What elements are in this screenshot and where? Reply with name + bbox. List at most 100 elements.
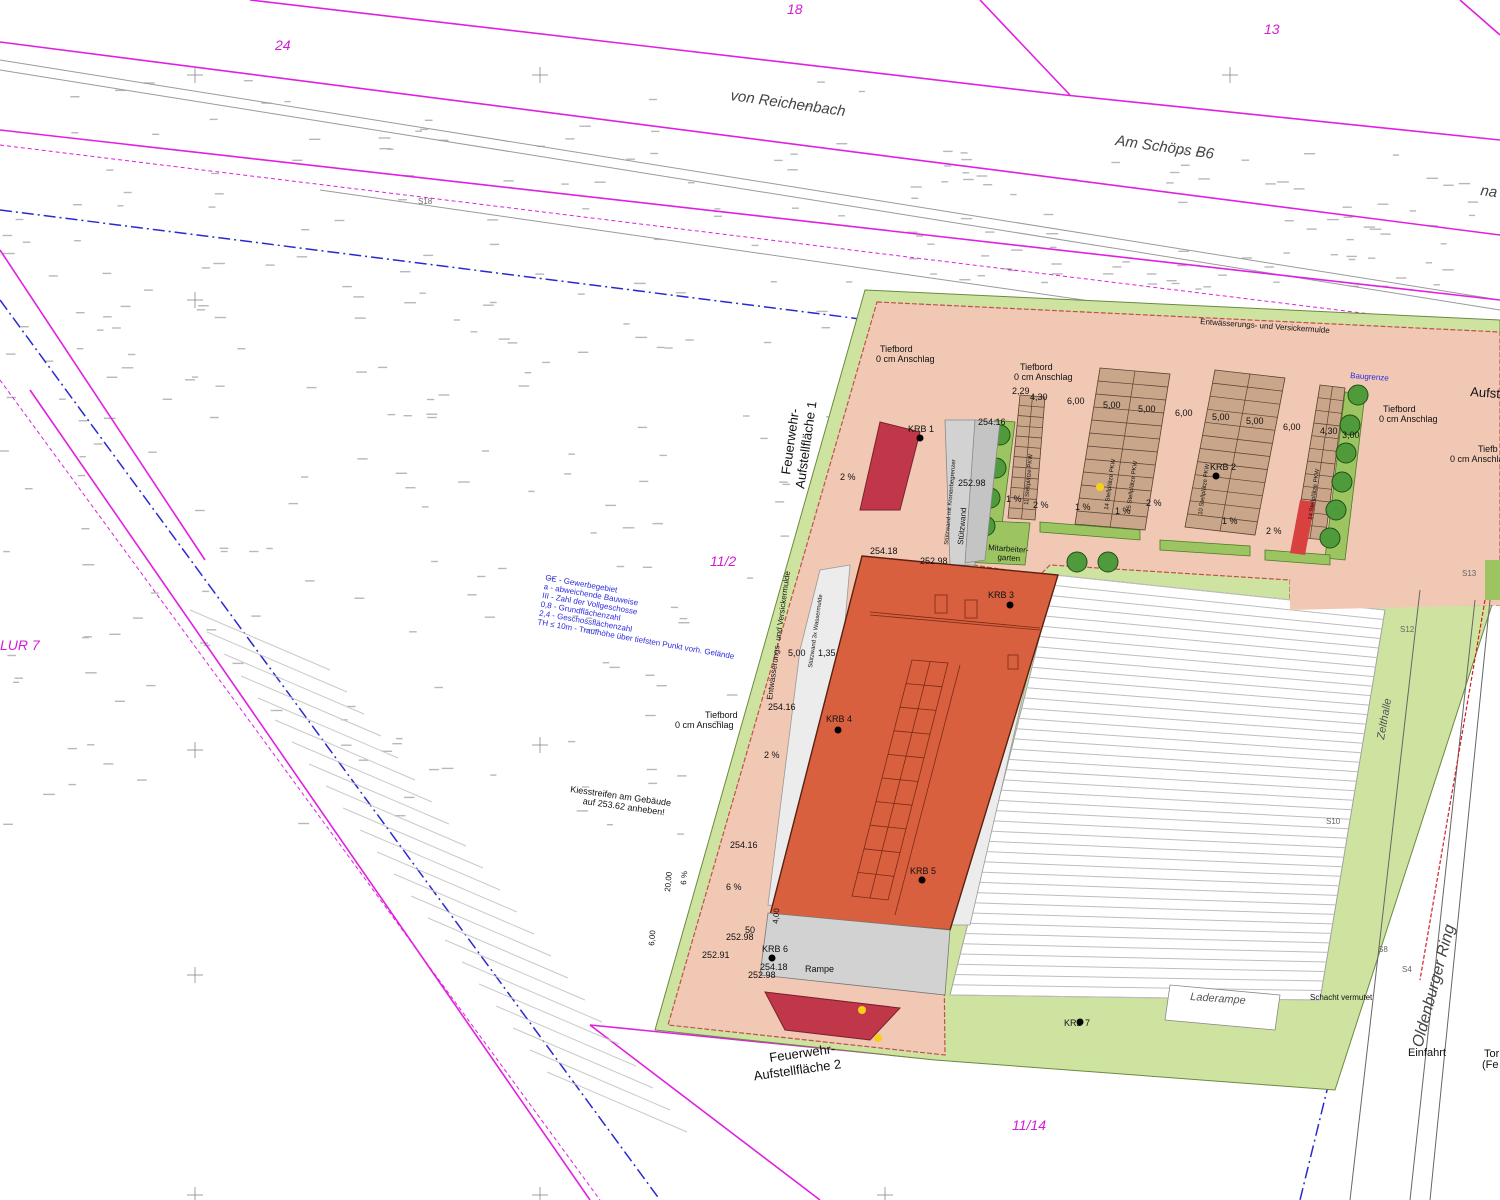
spot-mark [296, 256, 308, 258]
spot-mark [292, 159, 303, 161]
spot-mark [1346, 255, 1357, 258]
tiefbord-5-line-1: Tiefb [1478, 444, 1498, 454]
spot-mark [646, 768, 657, 771]
spot-mark [1147, 283, 1158, 285]
spot-mark [1171, 282, 1180, 285]
spot-mark [67, 747, 78, 750]
spot-mark [577, 293, 585, 295]
spot-mark [96, 329, 104, 331]
spot-mark [635, 336, 647, 339]
spot-mark [121, 367, 134, 369]
spot-mark [524, 372, 532, 374]
spot-mark [194, 509, 205, 512]
spot-mark [639, 480, 649, 483]
spot-mark [77, 474, 86, 477]
spot-mark [458, 481, 470, 483]
spot-mark [985, 231, 995, 233]
spot-mark [1277, 181, 1289, 183]
spot-mark [426, 413, 438, 415]
spot-mark [503, 180, 514, 182]
spot-mark [1218, 274, 1227, 276]
krb-6-point [768, 954, 776, 962]
parcel-18: 18 [787, 1, 803, 17]
spot-mark [398, 199, 407, 201]
spot-mark [201, 267, 210, 269]
spot-mark [579, 125, 591, 127]
dim-500b: 5,00 [1138, 404, 1156, 414]
spot-mark [790, 153, 798, 155]
spot-mark [20, 326, 29, 328]
dim-500d: 5,00 [1246, 416, 1264, 426]
spot-mark [379, 148, 392, 150]
yellow-marker-1 [1096, 483, 1104, 491]
spot-mark [477, 575, 486, 578]
spot-mark [659, 454, 667, 457]
spot-mark [677, 833, 684, 835]
spot-mark [1051, 263, 1062, 265]
spot-mark [679, 617, 688, 620]
spot-mark [342, 285, 352, 288]
spot-mark [427, 416, 437, 419]
spot-mark [1011, 249, 1023, 251]
spot-mark [960, 152, 968, 154]
spot-mark [387, 413, 396, 416]
spot-mark [1467, 201, 1479, 203]
spot-mark [70, 96, 80, 98]
spot-mark [481, 450, 489, 452]
spot-mark [162, 398, 172, 400]
spot-mark [185, 379, 196, 381]
spot-mark [1180, 164, 1190, 166]
krb-4-point [834, 726, 842, 734]
krb-1-label: KRB 1 [908, 424, 934, 434]
spot-mark [780, 535, 789, 537]
slope-3: 2 % [1033, 500, 1049, 510]
spot-mark [1330, 254, 1338, 256]
fe-partial-label: (Fe [1482, 1059, 1499, 1071]
spot-mark [714, 215, 723, 217]
spot-mark [3, 550, 10, 553]
spot-mark [237, 348, 246, 350]
spot-mark [150, 592, 159, 594]
spot-mark [1203, 286, 1212, 288]
height-5: 254.16 [768, 702, 796, 712]
spot-mark [78, 420, 87, 422]
spot-mark [1112, 266, 1122, 268]
survey-s10: S10 [1326, 817, 1341, 826]
spot-mark [123, 191, 132, 194]
spot-mark [687, 182, 695, 184]
slope-4: 1 % [1075, 502, 1091, 512]
spot-mark [214, 193, 224, 195]
spot-mark [605, 504, 617, 507]
spot-mark [43, 793, 55, 796]
height-6: 254.16 [730, 840, 758, 850]
spot-mark [568, 453, 575, 455]
spot-mark [963, 178, 974, 181]
spot-mark [434, 686, 443, 689]
spot-mark [634, 282, 646, 285]
spot-mark [787, 169, 798, 171]
spot-mark [59, 398, 66, 400]
spot-mark [664, 347, 673, 349]
spot-mark [22, 241, 31, 243]
spot-mark [846, 281, 853, 283]
tree-icon [1347, 384, 1369, 406]
spot-mark [943, 150, 953, 153]
spot-mark [354, 597, 365, 599]
spot-mark [404, 302, 416, 304]
tree-icon [1325, 499, 1347, 521]
spot-mark [962, 172, 970, 174]
spot-mark [714, 208, 721, 210]
spot-mark [1166, 280, 1177, 282]
spot-mark [656, 346, 665, 349]
spot-mark [1458, 182, 1471, 185]
spot-mark [24, 488, 33, 490]
spot-mark [1443, 184, 1454, 186]
spot-mark [103, 417, 116, 419]
spot-mark [1241, 159, 1250, 161]
spot-mark [144, 289, 153, 291]
spot-mark [1433, 284, 1440, 286]
parcel-13: 13 [1264, 21, 1280, 37]
spot-mark [564, 473, 572, 475]
spot-mark [590, 532, 597, 534]
spot-mark [82, 564, 95, 566]
